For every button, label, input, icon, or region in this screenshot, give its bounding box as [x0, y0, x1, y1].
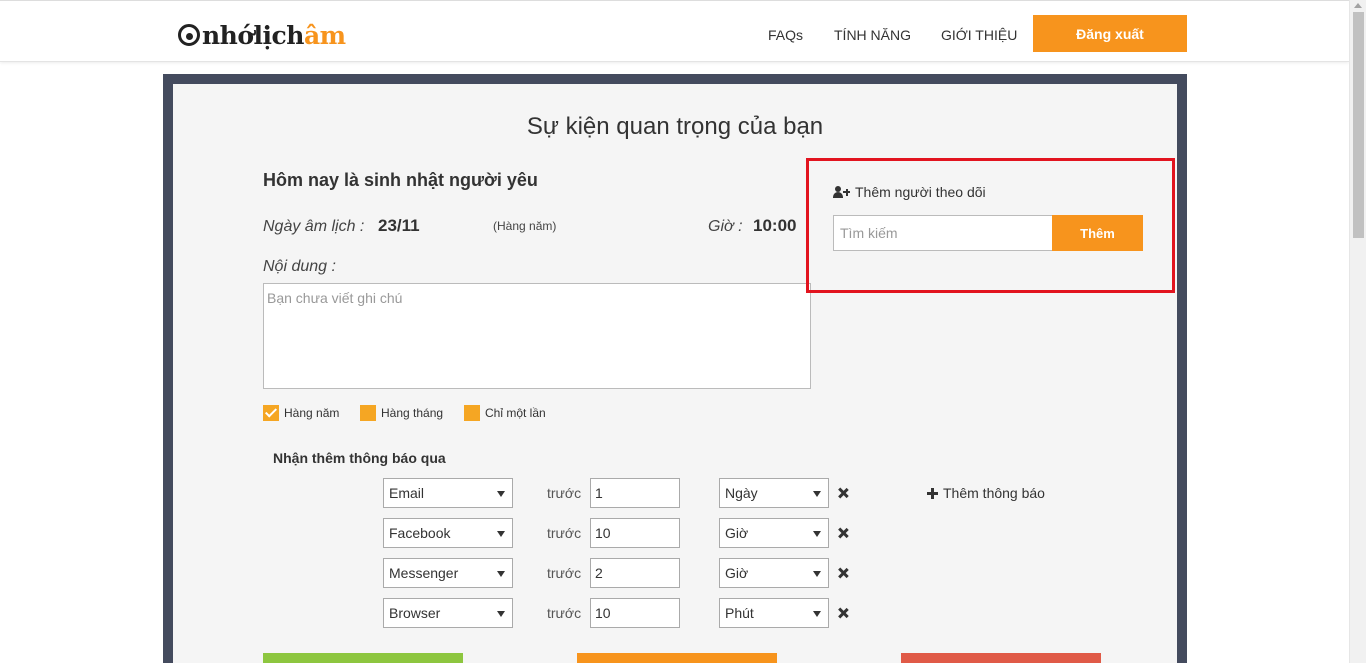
scroll-thumb[interactable] — [1353, 12, 1364, 238]
dropdown-arrow-icon — [497, 531, 505, 537]
dropdown-arrow-icon — [813, 531, 821, 537]
channel-value: Facebook — [389, 525, 451, 541]
bottom-action-button-2[interactable] — [577, 653, 777, 663]
channel-select-4[interactable]: Browser — [383, 598, 513, 628]
lunar-date-label: Ngày âm lịch : — [263, 218, 365, 235]
site-logo[interactable]: nhớ lịch âm — [178, 19, 346, 51]
checkbox-icon[interactable] — [464, 405, 480, 421]
dropdown-arrow-icon — [497, 611, 505, 617]
content-label: Nội dung : — [263, 258, 336, 275]
notify-heading: Nhận thêm thông báo qua — [273, 450, 446, 466]
remove-reminder-icon[interactable] — [837, 527, 849, 539]
logo-mark-icon — [178, 24, 200, 46]
scroll-up-arrow-icon[interactable] — [1354, 3, 1362, 8]
remove-reminder-icon[interactable] — [837, 607, 849, 619]
freq-option-yearly[interactable]: Hàng năm — [263, 405, 339, 421]
unit-select-1[interactable]: Ngày — [719, 478, 829, 508]
checkbox-icon[interactable] — [360, 405, 376, 421]
lunar-date-value: 23/11 — [378, 216, 420, 235]
plus-icon — [927, 487, 938, 499]
unit-value: Giờ — [725, 525, 749, 541]
page-scrollbar[interactable] — [1349, 0, 1366, 663]
amount-input-2[interactable] — [590, 518, 680, 548]
unit-value: Ngày — [725, 485, 758, 501]
before-label: trước — [547, 565, 582, 581]
add-follower-button[interactable]: Thêm — [1052, 215, 1143, 251]
logout-button[interactable]: Đăng xuất — [1033, 15, 1187, 52]
bottom-action-button-1[interactable] — [263, 653, 463, 663]
note-textarea[interactable] — [263, 283, 811, 389]
logo-text-middle: lịch — [253, 20, 305, 50]
remove-reminder-icon[interactable] — [837, 487, 849, 499]
nav-about[interactable]: GIỚI THIỆU — [941, 27, 1017, 43]
channel-value: Browser — [389, 605, 441, 621]
before-label: trước — [547, 485, 582, 501]
repeat-note: (Hàng năm) — [493, 219, 557, 233]
dropdown-arrow-icon — [813, 571, 821, 577]
unit-select-2[interactable]: Giờ — [719, 518, 829, 548]
logo-text-prefix: nhớ — [202, 20, 254, 50]
freq-option-once[interactable]: Chỉ một lần — [464, 405, 546, 421]
dropdown-arrow-icon — [813, 611, 821, 617]
event-name: Hôm nay là sinh nhật người yêu — [263, 170, 538, 190]
freq-label: Hàng tháng — [381, 406, 444, 420]
channel-select-1[interactable]: Email — [383, 478, 513, 508]
amount-input-1[interactable] — [590, 478, 680, 508]
channel-value: Messenger — [389, 565, 459, 581]
follower-search-input[interactable] — [833, 215, 1053, 251]
top-header: nhớ lịch âm FAQs TÍNH NĂNG GIỚI THIỆU Đă… — [0, 0, 1349, 62]
nav-features[interactable]: TÍNH NĂNG — [834, 27, 911, 43]
time-value: 10:00 — [753, 216, 797, 235]
checkbox-checked-icon[interactable] — [263, 405, 279, 421]
channel-select-2[interactable]: Facebook — [383, 518, 513, 548]
follower-title: Thêm người theo dõi — [833, 184, 986, 200]
dropdown-arrow-icon — [497, 571, 505, 577]
add-notification-button[interactable]: Thêm thông báo — [927, 485, 1045, 501]
follower-title-text: Thêm người theo dõi — [855, 184, 986, 200]
before-label: trước — [547, 605, 582, 621]
freq-label: Hàng năm — [284, 406, 340, 420]
freq-label: Chỉ một lần — [485, 406, 546, 420]
unit-value: Giờ — [725, 565, 749, 581]
unit-select-3[interactable]: Giờ — [719, 558, 829, 588]
bottom-action-button-3[interactable] — [901, 653, 1101, 663]
unit-select-4[interactable]: Phút — [719, 598, 829, 628]
nav-faqs[interactable]: FAQs — [768, 27, 803, 43]
logo-text-accent: âm — [303, 20, 346, 50]
unit-value: Phút — [725, 605, 754, 621]
amount-input-3[interactable] — [590, 558, 680, 588]
freq-option-monthly[interactable]: Hàng tháng — [360, 405, 443, 421]
channel-select-3[interactable]: Messenger — [383, 558, 513, 588]
dropdown-arrow-icon — [497, 491, 505, 497]
user-plus-icon — [833, 186, 850, 198]
page-title: Sự kiện quan trọng của bạn — [526, 113, 824, 140]
dropdown-arrow-icon — [813, 491, 821, 497]
amount-input-4[interactable] — [590, 598, 680, 628]
time-label: Giờ : — [708, 218, 743, 235]
add-notification-label: Thêm thông báo — [943, 485, 1045, 501]
remove-reminder-icon[interactable] — [837, 567, 849, 579]
channel-value: Email — [389, 485, 425, 501]
before-label: trước — [547, 525, 582, 541]
